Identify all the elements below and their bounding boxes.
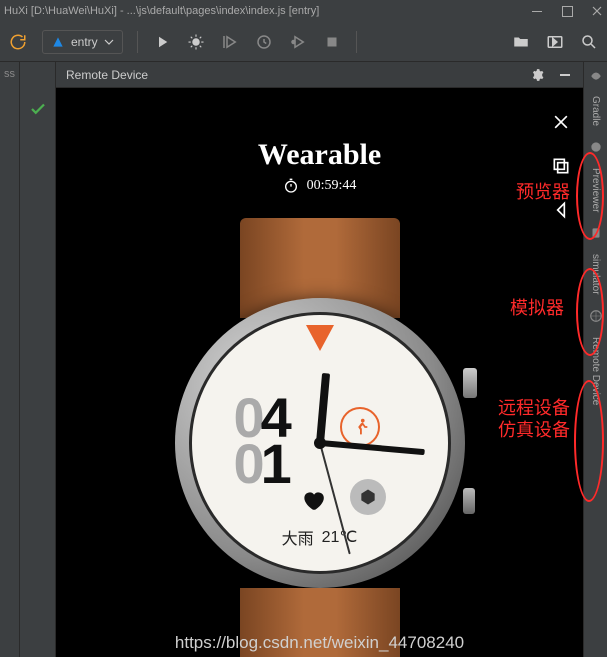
main-toolbar: entry — [0, 22, 607, 62]
gutter-label: ss — [0, 68, 19, 80]
weather-text: 大雨 — [282, 525, 314, 549]
rail-simulator[interactable]: simulator — [590, 248, 601, 301]
simulator-icon — [589, 226, 603, 240]
rail-gradle[interactable]: Gradle — [590, 90, 601, 132]
maximize-button[interactable] — [561, 5, 573, 17]
sync-icon[interactable] — [8, 32, 28, 52]
annotation-label-simulator: 模拟器 — [510, 298, 564, 320]
title-bar: HuXi [D:\HuaWei\HuXi] - ...\js\default\p… — [0, 0, 607, 22]
folder-button[interactable] — [511, 32, 531, 52]
date-display: 04 01 — [234, 395, 288, 487]
device-title: Wearable — [56, 138, 583, 172]
attach-button[interactable] — [288, 32, 308, 52]
stop-button[interactable] — [322, 32, 342, 52]
run-config-label: entry — [71, 35, 98, 49]
device-nav — [547, 108, 575, 224]
watermark-text: https://blog.csdn.net/weixin_44708240 — [56, 633, 583, 653]
device-close-button[interactable] — [547, 108, 575, 136]
checkmark-icon — [29, 100, 47, 123]
hand-pivot — [314, 437, 326, 449]
device-overview-button[interactable] — [547, 152, 575, 180]
twelve-marker-icon — [306, 325, 334, 351]
timer-value: 00:59:44 — [307, 178, 357, 194]
window-title: HuXi [D:\HuaWei\HuXi] - ...\js\default\p… — [4, 5, 531, 17]
run-button[interactable] — [152, 32, 172, 52]
rail-previewer[interactable]: Previewer — [590, 162, 601, 218]
device-timer: 00:59:44 — [56, 178, 583, 194]
running-icon — [340, 407, 380, 447]
panel-minimize-button[interactable] — [557, 67, 573, 83]
annotation-label-previewer: 预览器 — [516, 182, 570, 204]
heart-icon — [300, 487, 326, 511]
minimize-button[interactable] — [531, 5, 543, 17]
close-button[interactable] — [591, 5, 603, 17]
toolbar-separator — [137, 31, 138, 53]
watch-crown-lower — [463, 488, 475, 514]
previewer-icon — [589, 140, 603, 154]
temperature-value: 21℃ — [322, 527, 358, 547]
coverage-button[interactable] — [220, 32, 240, 52]
remote-device-icon — [589, 309, 603, 323]
settings-complication-icon — [350, 479, 386, 515]
chevron-down-icon — [104, 39, 114, 45]
watch-bezel: 04 01 大雨 — [175, 298, 465, 588]
window-controls — [531, 5, 603, 17]
run-config-select[interactable]: entry — [42, 30, 123, 54]
stopwatch-icon — [283, 178, 299, 194]
device-viewport: Wearable 00:59:44 04 01 — [56, 88, 583, 657]
search-button[interactable] — [579, 32, 599, 52]
rail-remote-device[interactable]: Remote Device — [590, 331, 601, 411]
annotation-label-remote1: 远程设备 — [498, 398, 570, 420]
remote-device-panel: Remote Device Wearable — [56, 62, 583, 657]
debug-button[interactable] — [186, 32, 206, 52]
gradle-icon — [589, 68, 603, 82]
annotation-label-remote2: 仿真设备 — [498, 420, 570, 442]
right-tool-rail: Gradle Previewer simulator Remote Device — [583, 62, 607, 657]
watch-device: 04 01 大雨 — [175, 298, 465, 588]
watch-dial: 04 01 大雨 — [189, 312, 451, 574]
panel-header: Remote Device — [56, 62, 583, 88]
toolbar-separator — [356, 31, 357, 53]
terminal-button[interactable] — [545, 32, 565, 52]
left-gutter: ss — [0, 62, 20, 657]
main-content: ss Remote Device — [0, 62, 607, 657]
watch-crown-upper — [463, 368, 477, 398]
left-strip — [20, 62, 56, 657]
huawei-icon — [51, 35, 65, 49]
panel-title: Remote Device — [66, 68, 148, 82]
settings-button[interactable] — [529, 67, 545, 83]
hour-hand — [316, 373, 330, 443]
date-day: 01 — [234, 441, 288, 487]
profiler-button[interactable] — [254, 32, 274, 52]
